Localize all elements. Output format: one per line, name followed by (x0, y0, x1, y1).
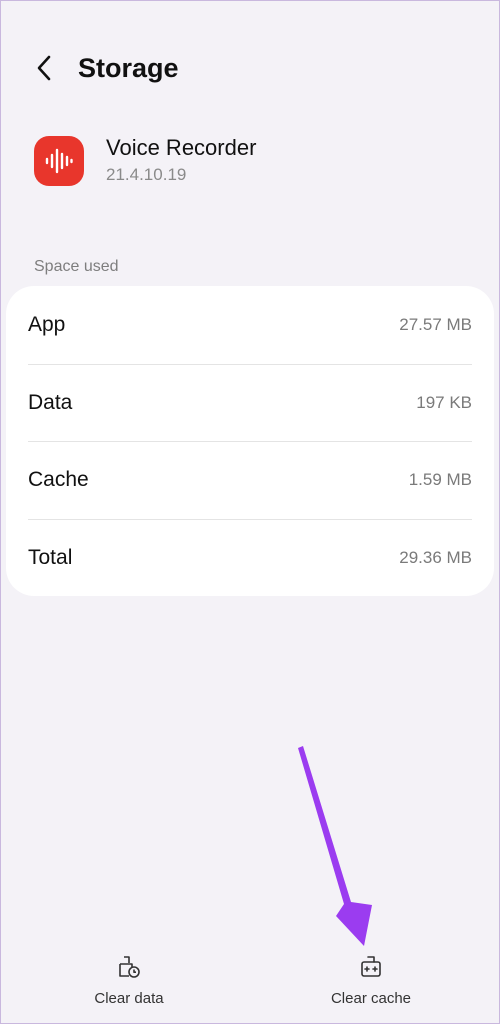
clear-cache-label: Clear cache (330, 990, 412, 1007)
row-label: Data (28, 390, 73, 414)
storage-row-app: App 27.57 MB (28, 286, 472, 363)
row-value: 27.57 MB (399, 314, 472, 334)
voice-recorder-icon (34, 136, 84, 186)
storage-row-data: Data 197 KB (28, 364, 472, 441)
clear-data-button[interactable]: Clear data (49, 940, 209, 1020)
bottom-action-bar: Clear data Clear cache (0, 940, 500, 1024)
row-label: App (28, 312, 66, 336)
clear-cache-button[interactable]: Clear cache (291, 940, 451, 1020)
app-name: Voice Recorder (106, 135, 257, 160)
clear-data-label: Clear data (94, 990, 164, 1007)
app-info: Voice Recorder 21.4.10.19 (34, 132, 474, 196)
section-label-space-used: Space used (34, 258, 119, 275)
row-label: Total (28, 545, 73, 569)
annotation-arrow-shape (298, 746, 372, 946)
page-title: Storage (78, 53, 179, 83)
row-label: Cache (28, 467, 89, 491)
row-value: 1.59 MB (408, 469, 472, 489)
storage-row-cache: Cache 1.59 MB (28, 441, 472, 518)
chevron-left-icon (37, 55, 51, 81)
clear-cache-icon (358, 954, 384, 980)
row-value: 29.36 MB (399, 547, 472, 567)
header: Storage (0, 36, 500, 100)
clear-data-icon (116, 954, 142, 980)
storage-row-total: Total 29.36 MB (28, 519, 472, 596)
back-button[interactable] (26, 50, 62, 86)
row-value: 197 KB (416, 392, 472, 412)
space-used-card: App 27.57 MB Data 197 KB Cache 1.59 MB T… (6, 286, 494, 596)
app-version: 21.4.10.19 (106, 165, 187, 184)
